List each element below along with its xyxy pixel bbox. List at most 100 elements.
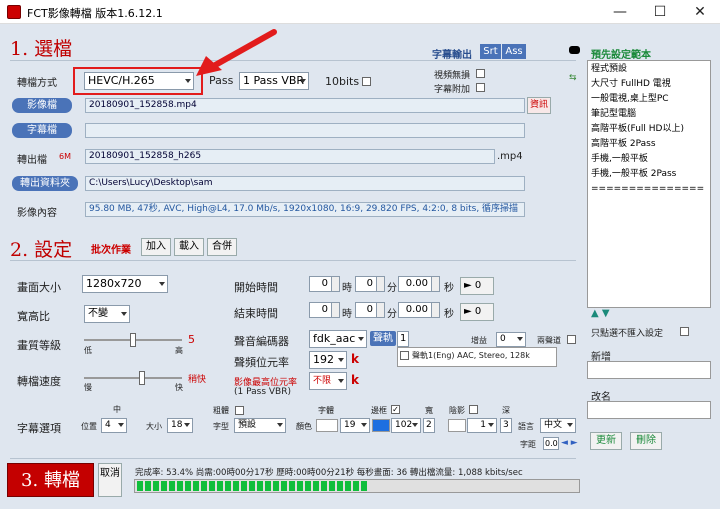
output-folder-button[interactable]: 轉出資料夾 (12, 176, 78, 191)
depth-input[interactable]: 3 (500, 418, 512, 433)
collapse-icon[interactable] (569, 46, 580, 54)
close-button[interactable]: ✕ (680, 2, 720, 22)
gain-select[interactable]: 0 (496, 332, 526, 347)
subtitle-file-field[interactable] (85, 123, 525, 138)
subtitle-attach-checkbox[interactable] (476, 83, 485, 92)
format-select[interactable]: HEVC/H.265 (84, 72, 194, 90)
output-file-label: 轉出檔 (17, 155, 47, 166)
start-minute-spin[interactable] (376, 276, 385, 292)
format-label: 轉檔方式 (17, 78, 57, 89)
start-hour-spin[interactable] (331, 276, 340, 292)
start-hour-input[interactable]: 0 (309, 276, 332, 292)
font-select[interactable]: 預設 (234, 418, 286, 433)
cancel-button[interactable]: 取消 (98, 463, 122, 497)
end-second-spin[interactable] (431, 302, 440, 318)
audio-bitrate-select[interactable]: 192 (309, 351, 347, 369)
pass-select[interactable]: 1 Pass VBR (239, 72, 309, 90)
border-color-select[interactable]: 102 (391, 418, 421, 433)
video-file-button[interactable]: 影像檔 (12, 98, 72, 113)
convert-button[interactable]: 3. 轉檔 (7, 463, 94, 497)
maximize-button[interactable]: ☐ (640, 2, 680, 22)
bold-checkbox[interactable] (235, 406, 244, 415)
video-no-loss-checkbox[interactable] (476, 69, 485, 78)
progress-segment (257, 481, 263, 491)
end-goto-button[interactable]: ► 0 (460, 303, 494, 321)
expand-arrows-icon[interactable]: ⇆ (569, 73, 577, 83)
preset-item[interactable]: 高階平板(Full HD以上) (591, 122, 707, 137)
two-channel-checkbox[interactable] (567, 335, 576, 344)
preset-item[interactable]: 手機,一般平板 2Pass (591, 167, 707, 182)
end-minute-input[interactable]: 0 (355, 302, 377, 318)
track-button[interactable]: 聲軌 (370, 331, 396, 346)
preset-item[interactable]: 一般電視,桌上型PC (591, 92, 707, 107)
shadow-select[interactable]: 1 (467, 418, 497, 433)
language-select[interactable]: 中文 (540, 418, 576, 433)
start-minute-input[interactable]: 0 (355, 276, 377, 292)
app-icon (7, 5, 21, 19)
end-hour-input[interactable]: 0 (309, 302, 332, 318)
second-label: 秒 (444, 309, 454, 320)
progress-segment (297, 481, 303, 491)
second-label: 秒 (444, 283, 454, 294)
start-goto-button[interactable]: ► 0 (460, 277, 494, 295)
quality-low-label: 低 (84, 346, 92, 355)
font-size-select[interactable]: 18 (167, 418, 193, 433)
video-max-bitrate-select[interactable]: 不限 (309, 372, 347, 390)
width-input[interactable]: 2 (423, 418, 435, 433)
merge-button[interactable]: 合併 (207, 238, 237, 256)
video-max-note: (1 Pass VBR) (234, 387, 291, 397)
quality-slider-thumb[interactable] (130, 333, 136, 347)
move-up-down-icon[interactable]: ▲ ▼ (591, 308, 610, 319)
video-file-field[interactable]: 20180901_152858.mp4 (85, 98, 525, 113)
track-item-checkbox[interactable] (400, 351, 409, 360)
new-preset-input[interactable] (587, 361, 711, 379)
progress-segment (305, 481, 311, 491)
10bits-checkbox[interactable] (362, 77, 371, 86)
info-button[interactable]: 資訊 (527, 97, 551, 114)
aspect-select[interactable]: 不變 (84, 305, 130, 323)
rename-input[interactable] (587, 401, 711, 419)
quality-value: 5 (188, 333, 195, 346)
load-button[interactable]: 載入 (174, 238, 204, 256)
end-second-input[interactable]: 0.00 (398, 302, 432, 318)
speed-slider-thumb[interactable] (139, 371, 146, 385)
end-minute-spin[interactable] (376, 302, 385, 318)
preset-item[interactable]: 高階平板 2Pass (591, 137, 707, 152)
preset-item[interactable]: 手機,一般平板 (591, 152, 707, 167)
track-value[interactable]: 1 (397, 331, 409, 347)
minimize-button[interactable]: — (600, 2, 640, 22)
output-folder-field[interactable]: C:\Users\Lucy\Desktop\sam (85, 176, 525, 191)
chevron-down-icon (300, 79, 306, 83)
text-color-swatch[interactable] (316, 419, 338, 432)
srt-button[interactable]: Srt (480, 44, 501, 59)
border-checkbox[interactable]: ✓ (391, 405, 400, 414)
size-select[interactable]: 1280x720 (82, 275, 168, 293)
spacing-arrows-icon[interactable]: ◄ ► (561, 438, 578, 448)
preset-item[interactable]: 程式預設 (591, 62, 707, 77)
shadow-color-swatch[interactable] (448, 419, 466, 432)
progress-segment (273, 481, 279, 491)
speed-slider-track[interactable] (84, 377, 182, 379)
start-second-input[interactable]: 0.00 (398, 276, 432, 292)
output-file-field[interactable]: 20180901_152858_h265 (85, 149, 495, 164)
preset-item[interactable]: 筆記型電腦 (591, 107, 707, 122)
audio-codec-select[interactable]: fdk_aac (309, 330, 367, 348)
text-color-select[interactable]: 19 (340, 418, 370, 433)
border-color-swatch[interactable] (372, 419, 390, 432)
end-hour-spin[interactable] (331, 302, 340, 318)
spacing-input[interactable]: 0.0 (543, 437, 559, 450)
format-value: HEVC/H.265 (88, 74, 155, 87)
preset-item[interactable]: 大尺寸 FullHD 電視 (591, 77, 707, 92)
preset-item[interactable]: =============== (591, 182, 707, 197)
ass-button[interactable]: Ass (502, 44, 526, 59)
preset-list[interactable]: 程式預設 大尺寸 FullHD 電視 一般電視,桌上型PC 筆記型電腦 高階平板… (587, 60, 711, 308)
shadow-checkbox[interactable] (469, 405, 478, 414)
add-button[interactable]: 加入 (141, 238, 171, 256)
subtitle-file-button[interactable]: 字幕檔 (12, 123, 72, 138)
position-select[interactable]: 4 (101, 418, 127, 433)
no-load-checkbox[interactable] (680, 327, 689, 336)
progress-segment (329, 481, 335, 491)
update-button[interactable]: 更新 (590, 432, 622, 450)
delete-button[interactable]: 刪除 (630, 432, 662, 450)
start-second-spin[interactable] (431, 276, 440, 292)
